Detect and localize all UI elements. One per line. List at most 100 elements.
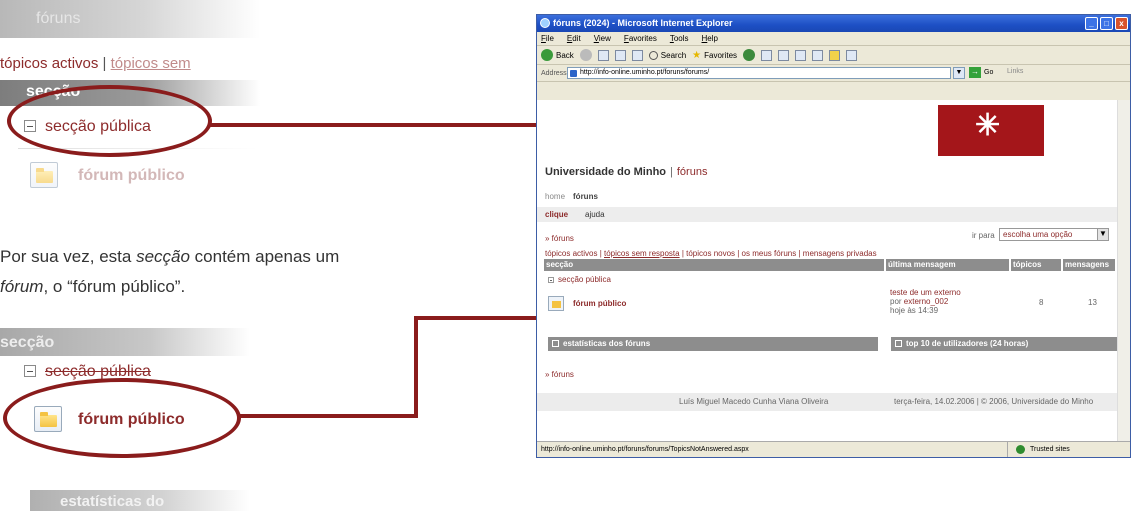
forum-row-label[interactable]: fórum público	[78, 167, 185, 185]
unanswered-topics-link[interactable]: tópicos sem	[111, 55, 191, 72]
breadcrumb[interactable]: » fóruns	[545, 234, 574, 243]
status-bar: http://info-online.uminho.pt/foruns/foru…	[537, 441, 1130, 457]
go-button[interactable]: → Go	[969, 67, 993, 78]
stats-toggle[interactable]: estatísticas dos fóruns	[548, 337, 878, 351]
breadcrumb-bottom[interactable]: » fóruns	[545, 370, 574, 379]
col-ultima-mensagem: última mensagem	[886, 259, 1009, 271]
back-icon	[541, 49, 553, 61]
stats-label: estatísticas dos fóruns	[563, 339, 651, 348]
zoom-faded-title: fóruns	[36, 10, 81, 27]
toolbar: Back Search ★ Favorites	[537, 46, 1130, 65]
zoom2-stats-label: estatísticas do	[60, 493, 165, 510]
menu-view[interactable]: View	[594, 34, 611, 45]
expand-icon	[552, 340, 559, 347]
menu-edit[interactable]: Edit	[567, 34, 581, 45]
collapse-icon[interactable]	[24, 365, 36, 377]
forum-name-link[interactable]: fórum público	[573, 299, 626, 308]
edit-icon[interactable]	[812, 49, 824, 61]
zoom-header-bar: fóruns	[0, 0, 260, 38]
last-post-by-prefix: por	[890, 297, 904, 306]
window-controls: _ □ x	[1085, 17, 1128, 30]
top10-toggle[interactable]: top 10 de utilizadores (24 horas)	[891, 337, 1117, 351]
caption-em-forum: fórum	[0, 277, 44, 296]
ir-para-label: ir para	[972, 231, 995, 240]
vertical-scrollbar[interactable]	[1117, 100, 1130, 441]
back-button[interactable]: Back	[541, 49, 574, 61]
jump-select-value: escolha uma opção	[1003, 230, 1073, 239]
go-arrow-icon: →	[969, 67, 981, 78]
folder-icon[interactable]	[829, 49, 841, 61]
site-header: Universidade do Minho | fóruns	[545, 166, 707, 178]
section-row[interactable]: secção pública	[548, 275, 611, 284]
col-seccao: secção	[544, 259, 884, 271]
maximize-button[interactable]: □	[1100, 17, 1113, 30]
menu-file[interactable]: File	[541, 34, 554, 45]
nav-home-link[interactable]: home	[545, 192, 565, 201]
star-icon: ★	[692, 49, 702, 61]
col-topicos: tópicos	[1011, 259, 1061, 271]
more-topic-links[interactable]: | tópicos novos | os meus fóruns | mensa…	[680, 249, 877, 258]
nav-foruns-link[interactable]: fóruns	[573, 192, 598, 201]
last-post-author[interactable]: externo_002	[904, 297, 948, 306]
clique-link[interactable]: clique	[545, 210, 568, 219]
nav-links: home fóruns	[545, 192, 598, 201]
collapse-icon[interactable]	[548, 277, 554, 283]
zoom2-stats-bar: estatísticas do	[30, 490, 250, 511]
media-icon[interactable]	[743, 49, 756, 61]
caption-text: Por sua vez, esta secção contém apenas u…	[0, 242, 339, 302]
forward-icon[interactable]	[579, 49, 592, 61]
go-label: Go	[984, 69, 994, 76]
chevron-down-icon: ▼	[1097, 229, 1108, 240]
unanswered-topics-link[interactable]: tópicos sem resposta	[604, 249, 680, 258]
last-post-time: hoje às 14:39	[890, 306, 939, 315]
section-row-label: secção pública	[558, 275, 611, 284]
highlight-ellipse-section	[7, 85, 212, 157]
jump-select[interactable]: escolha uma opção ▼	[999, 228, 1109, 241]
home-icon[interactable]	[631, 49, 643, 61]
menu-favorites[interactable]: Favorites	[624, 34, 657, 45]
minimize-button[interactable]: _	[1085, 17, 1098, 30]
logo-emblem-icon: ✳	[975, 109, 1001, 142]
security-zone: Trusted sites	[1007, 442, 1130, 457]
menu-bar: File Edit View Favorites Tools Help	[537, 32, 1130, 46]
last-post-title[interactable]: teste de um externo	[890, 288, 961, 297]
zoom2-header-label: secção	[0, 334, 55, 351]
highlight-ellipse-forum	[3, 378, 241, 458]
history-icon[interactable]	[761, 49, 773, 61]
search-label: Search	[660, 50, 687, 60]
caption-prefix: Por sua vez, esta	[0, 247, 137, 266]
connector-line	[238, 414, 418, 418]
forum-table-header: secção última mensagem tópicos mensagens	[544, 259, 1117, 271]
menu-help[interactable]: Help	[702, 34, 718, 45]
university-logo: ✳	[938, 105, 1044, 156]
print-icon[interactable]	[795, 49, 807, 61]
expand-icon	[895, 340, 902, 347]
university-name: Universidade do Minho	[545, 166, 667, 178]
header-separator: |	[670, 166, 673, 178]
links-button[interactable]: Links	[1007, 68, 1023, 75]
active-topics-link[interactable]: tópicos activos	[0, 55, 98, 72]
messages-count: 13	[1088, 298, 1097, 307]
favorites-button[interactable]: ★ Favorites	[692, 50, 737, 61]
topic-links: tópicos activos | tópicos sem resposta |…	[545, 249, 877, 258]
ajuda-link[interactable]: ajuda	[585, 210, 605, 219]
messenger-icon[interactable]	[846, 49, 858, 61]
footer: Luís Miguel Macedo Cunha Viana Oliveira …	[537, 393, 1117, 411]
address-input[interactable]: http://info-online.uminho.pt/foruns/foru…	[567, 67, 951, 79]
caption-suffix: contém apenas um	[189, 247, 340, 266]
close-button[interactable]: x	[1115, 17, 1128, 30]
caption-end: , o “fórum público”.	[43, 277, 186, 296]
footer-date-copyright: terça-feira, 14.02.2006 | © 2006, Univer…	[894, 397, 1094, 406]
zoom2-header-bar: secção	[0, 328, 250, 356]
window-title: fóruns (2024) - Microsoft Internet Explo…	[553, 18, 733, 28]
action-band: clique ajuda	[537, 207, 1117, 222]
menu-tools[interactable]: Tools	[670, 34, 689, 45]
active-topics-link[interactable]: tópicos activos	[545, 249, 597, 258]
address-dropdown-icon[interactable]: ▼	[953, 67, 965, 79]
mail-icon[interactable]	[778, 49, 790, 61]
zoom-topic-links: tópicos activos | tópicos sem	[0, 55, 191, 72]
stop-icon[interactable]	[597, 49, 609, 61]
favorites-label: Favorites	[704, 50, 738, 60]
search-button[interactable]: Search	[648, 50, 687, 60]
refresh-icon[interactable]	[614, 49, 626, 61]
